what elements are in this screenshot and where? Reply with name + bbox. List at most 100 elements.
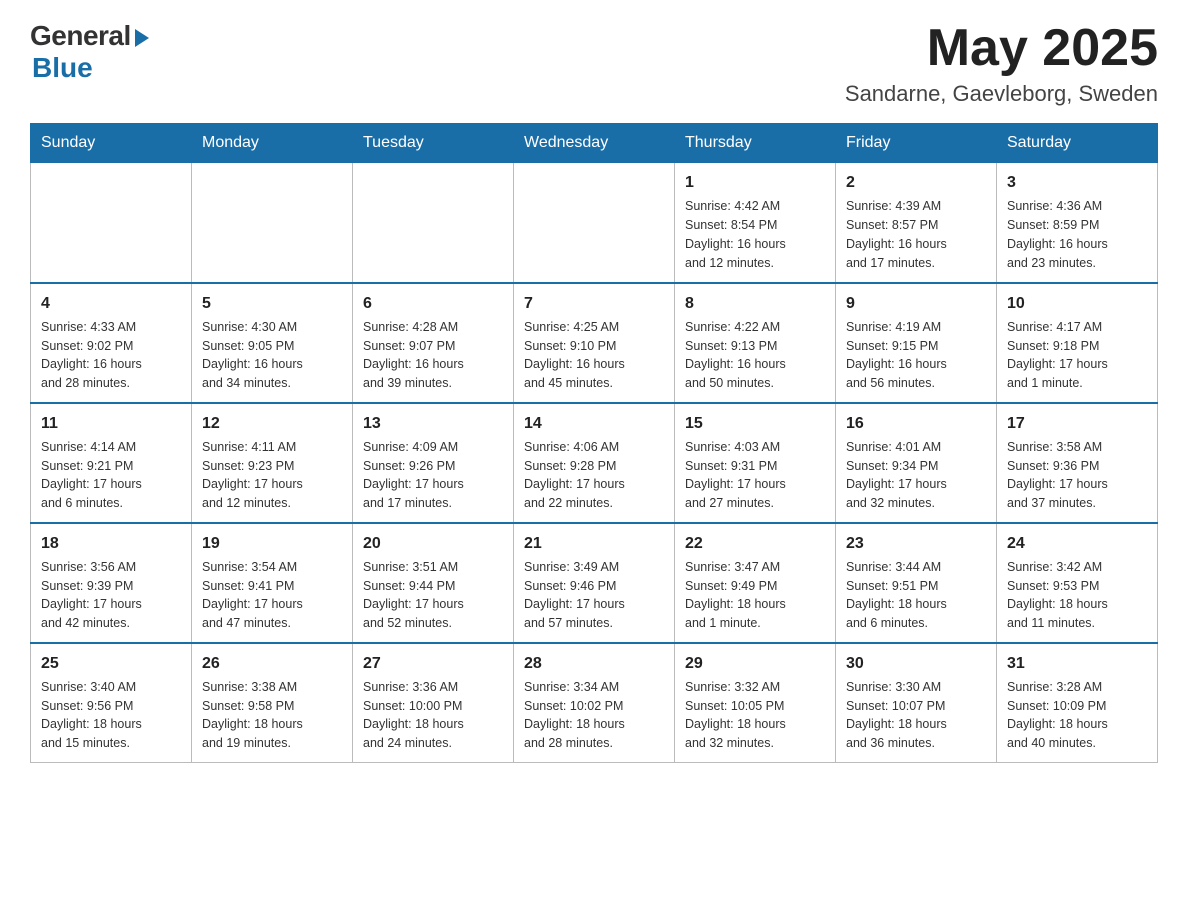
calendar-week-row: 4Sunrise: 4:33 AM Sunset: 9:02 PM Daylig… [31,283,1158,403]
day-info: Sunrise: 3:47 AM Sunset: 9:49 PM Dayligh… [685,558,825,633]
calendar-day-cell: 3 Sunrise: 4:36 AM Sunset: 8:59 PM Daylig… [997,163,1158,283]
day-number: 10 [1007,292,1147,315]
day-number: 17 [1007,412,1147,435]
day-info: Sunrise: 3:44 AM Sunset: 9:51 PM Dayligh… [846,558,986,633]
calendar-day-cell: 27 Sunrise: 3:36 AM Sunset: 10:00 PM Dayl… [353,643,514,763]
calendar-day-cell: 17 Sunrise: 3:58 AM Sunset: 9:36 PM Dayli… [997,403,1158,523]
day-number: 29 [685,652,825,675]
calendar-day-cell: 24Sunrise: 3:42 AM Sunset: 9:53 PM Dayli… [997,523,1158,643]
day-info: Sunrise: 3:38 AM Sunset: 9:58 PM Dayligh… [202,678,342,753]
day-number: 5 [202,292,342,315]
calendar-day-cell: 4Sunrise: 4:33 AM Sunset: 9:02 PM Daylig… [31,283,192,403]
calendar-day-cell: 9 Sunrise: 4:19 AM Sunset: 9:15 PM Daylig… [836,283,997,403]
day-number: 7 [524,292,664,315]
day-info: Sunrise: 4:03 AM Sunset: 9:31 PM Dayligh… [685,438,825,513]
day-info: Sunrise: 4:30 AM Sunset: 9:05 PM Dayligh… [202,318,342,393]
day-number: 9 [846,292,986,315]
day-info: Sunrise: 3:36 AM Sunset: 10:00 PM Daylig… [363,678,503,753]
calendar-day-cell: 12Sunrise: 4:11 AM Sunset: 9:23 PM Dayli… [192,403,353,523]
weekday-header-saturday: Saturday [997,124,1158,163]
day-number: 25 [41,652,181,675]
day-info: Sunrise: 4:39 AM Sunset: 8:57 PM Dayligh… [846,197,986,272]
calendar-day-cell: 10 Sunrise: 4:17 AM Sunset: 9:18 PM Dayli… [997,283,1158,403]
day-number: 21 [524,532,664,555]
day-number: 4 [41,292,181,315]
day-info: Sunrise: 4:01 AM Sunset: 9:34 PM Dayligh… [846,438,986,513]
day-info: Sunrise: 4:28 AM Sunset: 9:07 PM Dayligh… [363,318,503,393]
calendar-day-cell: 19 Sunrise: 3:54 AM Sunset: 9:41 PM Dayli… [192,523,353,643]
calendar-table: SundayMondayTuesdayWednesdayThursdayFrid… [30,123,1158,763]
calendar-day-cell: 11 Sunrise: 4:14 AM Sunset: 9:21 PM Dayli… [31,403,192,523]
day-info: Sunrise: 4:22 AM Sunset: 9:13 PM Dayligh… [685,318,825,393]
day-number: 16 [846,412,986,435]
day-number: 31 [1007,652,1147,675]
location-subtitle: Sandarne, Gaevleborg, Sweden [845,81,1158,107]
calendar-day-cell [192,163,353,283]
day-number: 1 [685,171,825,194]
page-header: General Blue May 2025 Sandarne, Gaevlebo… [30,20,1158,107]
title-section: May 2025 Sandarne, Gaevleborg, Sweden [845,20,1158,107]
day-number: 28 [524,652,664,675]
day-info: Sunrise: 4:17 AM Sunset: 9:18 PM Dayligh… [1007,318,1147,393]
logo-triangle-icon [135,29,149,47]
calendar-day-cell: 31 Sunrise: 3:28 AM Sunset: 10:09 PM Dayl… [997,643,1158,763]
day-number: 14 [524,412,664,435]
calendar-day-cell: 1 Sunrise: 4:42 AM Sunset: 8:54 PM Daylig… [675,163,836,283]
day-number: 22 [685,532,825,555]
calendar-week-row: 1 Sunrise: 4:42 AM Sunset: 8:54 PM Daylig… [31,163,1158,283]
weekday-header-friday: Friday [836,124,997,163]
day-number: 15 [685,412,825,435]
day-info: Sunrise: 3:32 AM Sunset: 10:05 PM Daylig… [685,678,825,753]
day-number: 3 [1007,171,1147,194]
logo: General Blue [30,20,149,84]
day-number: 23 [846,532,986,555]
day-info: Sunrise: 4:25 AM Sunset: 9:10 PM Dayligh… [524,318,664,393]
weekday-header-row: SundayMondayTuesdayWednesdayThursdayFrid… [31,124,1158,163]
calendar-day-cell: 30 Sunrise: 3:30 AM Sunset: 10:07 PM Dayl… [836,643,997,763]
day-number: 24 [1007,532,1147,555]
calendar-day-cell: 20 Sunrise: 3:51 AM Sunset: 9:44 PM Dayli… [353,523,514,643]
day-number: 19 [202,532,342,555]
day-info: Sunrise: 3:54 AM Sunset: 9:41 PM Dayligh… [202,558,342,633]
day-info: Sunrise: 3:28 AM Sunset: 10:09 PM Daylig… [1007,678,1147,753]
calendar-day-cell [353,163,514,283]
day-number: 2 [846,171,986,194]
day-number: 13 [363,412,503,435]
day-info: Sunrise: 3:58 AM Sunset: 9:36 PM Dayligh… [1007,438,1147,513]
calendar-day-cell [514,163,675,283]
day-info: Sunrise: 4:14 AM Sunset: 9:21 PM Dayligh… [41,438,181,513]
logo-general-text: General [30,20,131,52]
day-info: Sunrise: 3:34 AM Sunset: 10:02 PM Daylig… [524,678,664,753]
day-info: Sunrise: 3:56 AM Sunset: 9:39 PM Dayligh… [41,558,181,633]
day-number: 30 [846,652,986,675]
month-year-title: May 2025 [845,20,1158,77]
weekday-header-thursday: Thursday [675,124,836,163]
day-number: 27 [363,652,503,675]
day-info: Sunrise: 4:36 AM Sunset: 8:59 PM Dayligh… [1007,197,1147,272]
calendar-week-row: 11 Sunrise: 4:14 AM Sunset: 9:21 PM Dayli… [31,403,1158,523]
day-info: Sunrise: 4:42 AM Sunset: 8:54 PM Dayligh… [685,197,825,272]
calendar-week-row: 25 Sunrise: 3:40 AM Sunset: 9:56 PM Dayli… [31,643,1158,763]
day-info: Sunrise: 4:19 AM Sunset: 9:15 PM Dayligh… [846,318,986,393]
calendar-day-cell: 23 Sunrise: 3:44 AM Sunset: 9:51 PM Dayli… [836,523,997,643]
day-number: 18 [41,532,181,555]
weekday-header-sunday: Sunday [31,124,192,163]
weekday-header-monday: Monday [192,124,353,163]
calendar-day-cell: 21 Sunrise: 3:49 AM Sunset: 9:46 PM Dayli… [514,523,675,643]
day-number: 20 [363,532,503,555]
calendar-day-cell: 13 Sunrise: 4:09 AM Sunset: 9:26 PM Dayli… [353,403,514,523]
day-info: Sunrise: 3:49 AM Sunset: 9:46 PM Dayligh… [524,558,664,633]
calendar-day-cell: 25 Sunrise: 3:40 AM Sunset: 9:56 PM Dayli… [31,643,192,763]
calendar-day-cell: 16 Sunrise: 4:01 AM Sunset: 9:34 PM Dayli… [836,403,997,523]
calendar-day-cell: 22 Sunrise: 3:47 AM Sunset: 9:49 PM Dayli… [675,523,836,643]
day-info: Sunrise: 3:40 AM Sunset: 9:56 PM Dayligh… [41,678,181,753]
logo-blue-text: Blue [32,52,93,84]
calendar-day-cell: 15 Sunrise: 4:03 AM Sunset: 9:31 PM Dayli… [675,403,836,523]
day-number: 11 [41,412,181,435]
day-info: Sunrise: 3:30 AM Sunset: 10:07 PM Daylig… [846,678,986,753]
calendar-day-cell: 18 Sunrise: 3:56 AM Sunset: 9:39 PM Dayli… [31,523,192,643]
day-info: Sunrise: 4:09 AM Sunset: 9:26 PM Dayligh… [363,438,503,513]
calendar-day-cell: 8Sunrise: 4:22 AM Sunset: 9:13 PM Daylig… [675,283,836,403]
day-info: Sunrise: 3:51 AM Sunset: 9:44 PM Dayligh… [363,558,503,633]
day-number: 26 [202,652,342,675]
